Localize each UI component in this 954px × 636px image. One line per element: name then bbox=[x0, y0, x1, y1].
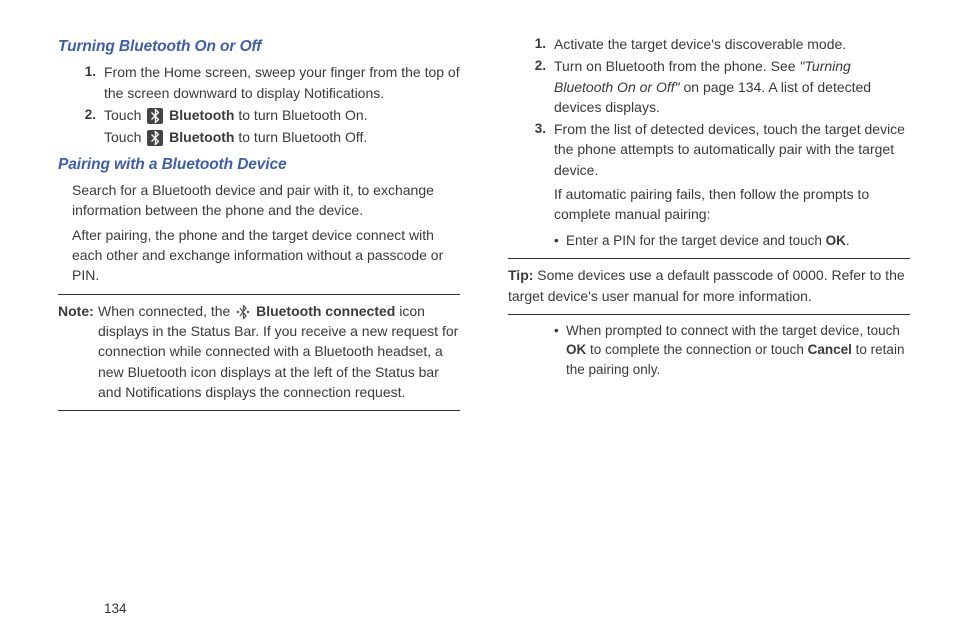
bluetooth-icon bbox=[147, 108, 163, 124]
tip-block: Tip: Some devices use a default passcode… bbox=[508, 265, 910, 306]
list-item: 2. Turn on Bluetooth from the phone. See… bbox=[518, 56, 910, 117]
step-text: Turn on Bluetooth from the phone. See "T… bbox=[554, 56, 910, 117]
right-column: 1. Activate the target device's discover… bbox=[508, 32, 910, 601]
text: to complete the connection or touch bbox=[586, 342, 807, 357]
paragraph: From the list of detected devices, touch… bbox=[554, 119, 910, 180]
step-number: 2. bbox=[68, 105, 104, 148]
tip-label: Tip: bbox=[508, 267, 533, 283]
step-text: From the Home screen, sweep your finger … bbox=[104, 62, 460, 103]
text: to turn Bluetooth Off. bbox=[234, 129, 367, 145]
text: to turn Bluetooth On. bbox=[234, 107, 367, 123]
step-text: Activate the target device's discoverabl… bbox=[554, 34, 910, 54]
step-number: 3. bbox=[518, 119, 554, 224]
page-number: 134 bbox=[104, 601, 910, 616]
paragraph: After pairing, the phone and the target … bbox=[72, 225, 460, 286]
two-column-layout: Turning Bluetooth On or Off 1. From the … bbox=[58, 32, 910, 601]
turning-steps: 1. From the Home screen, sweep your fing… bbox=[58, 62, 460, 147]
bold-text: Bluetooth connected bbox=[252, 303, 395, 319]
bold-text: OK bbox=[566, 342, 586, 357]
note-text: When connected, the Bluetooth connected … bbox=[98, 301, 460, 402]
text: Turn on Bluetooth from the phone. See bbox=[554, 58, 799, 74]
left-column: Turning Bluetooth On or Off 1. From the … bbox=[58, 32, 460, 601]
note-block: Note: When connected, the Bluetooth conn… bbox=[58, 301, 460, 402]
tip-text: Some devices use a default passcode of 0… bbox=[508, 267, 905, 303]
bullet-item: • Enter a PIN for the target device and … bbox=[554, 231, 910, 251]
step-number: 1. bbox=[518, 34, 554, 54]
bullet-text: Enter a PIN for the target device and to… bbox=[566, 231, 910, 251]
bullet-marker: • bbox=[554, 321, 566, 380]
text: When connected, the bbox=[98, 303, 234, 319]
bluetooth-connected-icon bbox=[235, 304, 251, 320]
step-number: 1. bbox=[68, 62, 104, 103]
list-item: 3. From the list of detected devices, to… bbox=[518, 119, 910, 224]
text: Touch bbox=[104, 129, 145, 145]
text: Touch bbox=[104, 107, 145, 123]
bullet-marker: • bbox=[554, 231, 566, 251]
list-item: 2. Touch Bluetooth to turn Bluetooth On.… bbox=[68, 105, 460, 148]
text: Enter a PIN for the target device and to… bbox=[566, 233, 826, 248]
bullet-text: When prompted to connect with the target… bbox=[566, 321, 910, 380]
note-label: Note: bbox=[58, 303, 94, 319]
divider bbox=[58, 294, 460, 295]
bold-text: Bluetooth bbox=[165, 107, 234, 123]
bluetooth-icon bbox=[147, 130, 163, 146]
text: When prompted to connect with the target… bbox=[566, 323, 900, 338]
step-text: Touch Bluetooth to turn Bluetooth On. To… bbox=[104, 105, 460, 148]
divider bbox=[508, 314, 910, 315]
manual-page: Turning Bluetooth On or Off 1. From the … bbox=[0, 0, 954, 636]
divider bbox=[58, 410, 460, 411]
paragraph: Search for a Bluetooth device and pair w… bbox=[72, 180, 460, 221]
list-item: 1. Activate the target device's discover… bbox=[518, 34, 910, 54]
heading-turning-bluetooth: Turning Bluetooth On or Off bbox=[58, 36, 460, 58]
bold-text: OK bbox=[826, 233, 846, 248]
right-steps: 1. Activate the target device's discover… bbox=[508, 34, 910, 225]
bold-text: Bluetooth bbox=[165, 129, 234, 145]
list-item: 1. From the Home screen, sweep your fing… bbox=[68, 62, 460, 103]
text: . bbox=[846, 233, 850, 248]
step-text: From the list of detected devices, touch… bbox=[554, 119, 910, 224]
paragraph: If automatic pairing fails, then follow … bbox=[554, 184, 910, 225]
step-number: 2. bbox=[518, 56, 554, 117]
bullet-item: • When prompted to connect with the targ… bbox=[554, 321, 910, 380]
bold-text: Cancel bbox=[808, 342, 852, 357]
heading-pairing: Pairing with a Bluetooth Device bbox=[58, 154, 460, 176]
divider bbox=[508, 258, 910, 259]
